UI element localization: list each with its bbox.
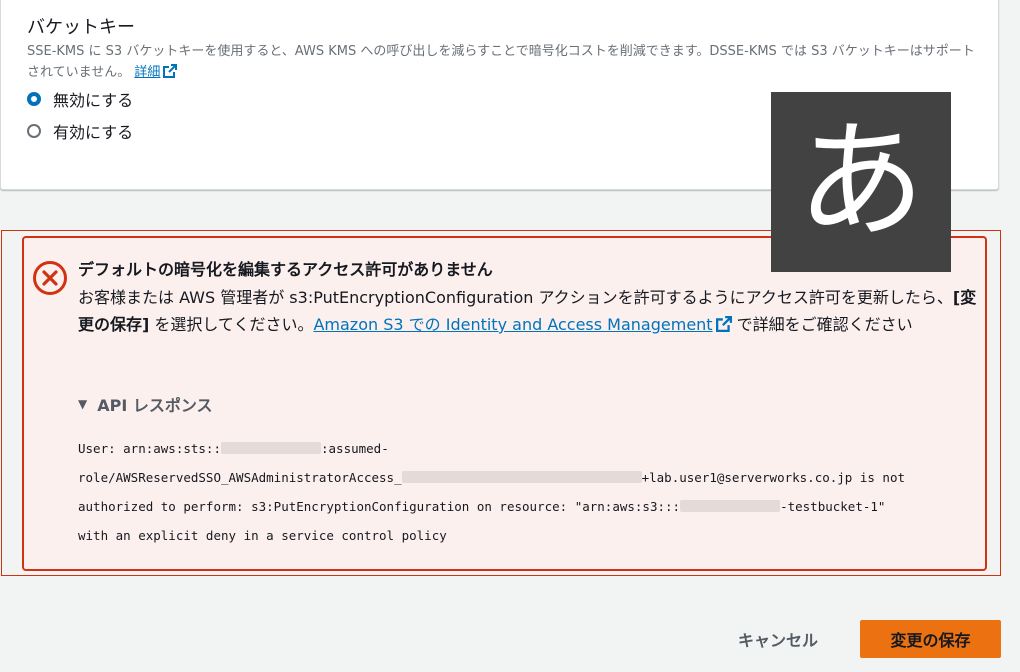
bucket-key-heading: バケットキー	[27, 17, 135, 38]
error-alert: デフォルトの暗号化を編集するアクセス許可がありません お客様または AWS 管理…	[22, 236, 987, 571]
alert-body-text-2: を選択してください。	[149, 315, 314, 334]
api-line-2-b: +lab.user1@serverworks.co.jp is not	[641, 470, 906, 485]
api-line-3: authorized to perform: s3:PutEncryptionC…	[78, 499, 885, 514]
api-line-2-a: role/AWSReservedSSO_AWSAdministratorAcce…	[78, 470, 402, 485]
radio-enable-control[interactable]	[27, 124, 41, 138]
error-icon	[32, 260, 68, 300]
alert-title: デフォルトの暗号化を編集するアクセス許可がありません	[78, 260, 493, 279]
api-line-1-a: User: arn:aws:sts::	[78, 441, 221, 456]
cancel-button[interactable]: キャンセル	[718, 620, 838, 658]
external-link-icon	[715, 313, 732, 340]
radio-disable-control[interactable]	[27, 92, 41, 106]
iam-doc-link[interactable]: Amazon S3 での Identity and Access Managem…	[313, 315, 732, 334]
radio-enable[interactable]: 有効にする	[27, 119, 133, 143]
radio-enable-label: 有効にする	[53, 123, 134, 142]
details-link[interactable]: 詳細	[134, 64, 178, 80]
alert-body-text-3: で詳細をご確認ください	[731, 315, 913, 334]
radio-disable-label: 無効にする	[53, 91, 134, 110]
alert-body: お客様または AWS 管理者が s3:PutEncryptionConfigur…	[78, 284, 978, 340]
redacted-bucket-prefix	[680, 500, 781, 512]
api-line-4: with an explicit deny in a service contr…	[78, 528, 447, 543]
api-response-label: API レスポンス	[97, 396, 213, 415]
bucket-key-description: SSE-KMS に S3 バケットキーを使用すると、AWS KMS への呼び出し…	[27, 41, 975, 85]
save-changes-button[interactable]: 変更の保存	[860, 620, 1001, 658]
iam-doc-link-label: Amazon S3 での Identity and Access Managem…	[313, 315, 713, 334]
redacted-account-id	[221, 442, 321, 454]
api-line-3-a: authorized to perform: s3:PutEncryptionC…	[78, 499, 681, 514]
external-link-icon	[163, 64, 178, 85]
caret-down-icon: ▼	[78, 397, 88, 411]
api-line-3-b: -testbucket-1"	[780, 499, 886, 514]
api-response-toggle[interactable]: ▼ API レスポンス	[78, 392, 213, 416]
api-line-1: User: arn:aws:sts:::assumed-	[78, 441, 389, 456]
alert-body-text-1: お客様または AWS 管理者が s3:PutEncryptionConfigur…	[78, 288, 953, 307]
details-link-label: 詳細	[134, 65, 161, 80]
api-line-1-b: :assumed-	[321, 441, 389, 456]
radio-disable[interactable]: 無効にする	[27, 87, 133, 111]
ime-mode-indicator: あ	[771, 92, 951, 272]
api-line-2: role/AWSReservedSSO_AWSAdministratorAcce…	[78, 470, 905, 485]
redacted-session-id	[401, 471, 642, 483]
api-response-code: User: arn:aws:sts:::assumed- role/AWSRes…	[78, 434, 978, 550]
